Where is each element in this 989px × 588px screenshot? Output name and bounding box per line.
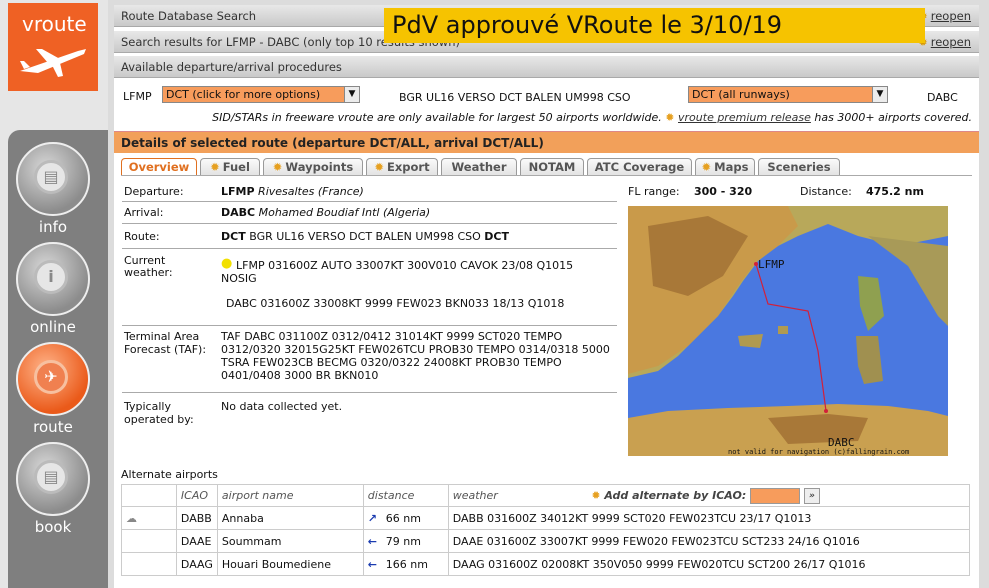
nav-online-label: online xyxy=(30,318,76,336)
gear-icon: ✹ xyxy=(210,160,220,174)
taf-line-2: 0312/0320 32015G25KT FEW026TCU PROB30 TE… xyxy=(221,343,610,356)
db-search-title: Route Database Search xyxy=(121,9,257,23)
arr-icao: DABC xyxy=(927,91,958,104)
nav-book-label: book xyxy=(34,518,72,536)
tab-maps[interactable]: ✹ Maps xyxy=(695,158,755,175)
tab-sceneries[interactable]: Sceneries xyxy=(758,158,840,175)
departure-value: LFMP Rivesaltes (France) xyxy=(221,185,364,198)
reopen-link-2[interactable]: ✹reopen xyxy=(918,31,971,53)
add-alternate-button[interactable]: » xyxy=(803,487,820,504)
tab-overview[interactable]: Overview xyxy=(121,158,197,176)
nav-route[interactable]: ✈ route xyxy=(12,342,94,438)
sid-star-notice: SID/STARs in freeware vroute are only av… xyxy=(212,111,972,124)
alternates-table: ICAO airport name distance weather ✹ Add… xyxy=(121,484,971,576)
tab-fuel[interactable]: ✹ Fuel xyxy=(200,158,260,175)
fl-value: 300 - 320 xyxy=(694,185,753,198)
taf-line-1: TAF DABC 031100Z 0312/0412 31014KT 9999 … xyxy=(221,330,563,343)
fl-label: FL range: xyxy=(628,185,680,198)
route-label: Route: xyxy=(124,230,160,243)
metar-dep-1: LFMP 031600Z AUTO 33007KT 300V010 CAVOK … xyxy=(236,259,574,272)
tab-notam[interactable]: NOTAM xyxy=(520,158,584,175)
vroute-logo[interactable]: vroute xyxy=(8,3,98,91)
ops-label-1: Typically xyxy=(124,400,171,413)
nav-book[interactable]: ▤ book xyxy=(12,442,94,538)
gear-icon: ✹ xyxy=(374,160,385,174)
table-row[interactable]: ☁ DABB Annaba ↗ 66 nm DABB 031600Z 34012K… xyxy=(121,506,971,530)
metar-dep-2: NOSIG xyxy=(221,272,257,285)
procedures-row: LFMP DCT (click for more options) ▼ BGR … xyxy=(114,85,979,107)
tab-divider xyxy=(121,175,972,176)
departure-label: Departure: xyxy=(124,185,184,198)
details-title: Details of selected route (departure DCT… xyxy=(114,131,979,153)
airplane-icon xyxy=(20,49,86,77)
online-icon: i xyxy=(34,260,68,294)
reopen-link-1[interactable]: ✹reopen xyxy=(918,5,971,27)
tab-weather[interactable]: Weather xyxy=(441,158,517,175)
nav-info[interactable]: ▤ info xyxy=(12,142,94,238)
direction-icon: ← xyxy=(367,557,377,571)
route-text: BGR UL16 VERSO DCT BALEN UM998 CSO xyxy=(399,91,631,104)
taf-line-3: TSRA FEW023CB BECMG 0320/0322 24008KT PR… xyxy=(221,356,562,369)
procedures-title: Available departure/arrival procedures xyxy=(121,60,342,74)
procedures-bar: Available departure/arrival procedures xyxy=(114,56,979,78)
tab-atc-coverage[interactable]: ATC Coverage xyxy=(587,158,692,175)
gear-icon: ✹ xyxy=(665,111,675,124)
chevron-down-icon: ▼ xyxy=(344,87,359,102)
alternates-header-row: ICAO airport name distance weather ✹ Add… xyxy=(121,484,971,507)
add-alternate: ✹ Add alternate by ICAO: » xyxy=(591,487,820,504)
alternates-title: Alternate airports xyxy=(121,468,218,481)
col-weather: weather ✹ Add alternate by ICAO: » xyxy=(447,484,971,507)
sidebar: vroute ▤ info i online ✈ route ▤ book xyxy=(0,0,108,588)
approval-overlay: PdV approuvé VRoute le 3/10/19 xyxy=(384,8,925,43)
col-airport-name: airport name xyxy=(216,484,364,507)
premium-link[interactable]: vroute premium release xyxy=(678,111,811,124)
tab-export[interactable]: ✹ Export xyxy=(366,158,438,175)
book-icon: ▤ xyxy=(34,460,68,494)
nav-route-label: route xyxy=(33,418,73,436)
nav-info-label: info xyxy=(38,218,68,236)
info-icon: ▤ xyxy=(34,160,68,194)
distance-label: Distance: xyxy=(800,185,852,198)
taf-label-1: Terminal Area xyxy=(124,330,200,343)
map-note: not valid for navigation (c)fallingrain.… xyxy=(728,448,909,456)
table-row[interactable]: DAAE Soummam ← 79 nm DAAE 031600Z 33007KT… xyxy=(121,529,971,553)
ops-label-2: operated by: xyxy=(124,413,194,426)
nav-online[interactable]: i online xyxy=(12,242,94,338)
alternate-icao-input[interactable] xyxy=(750,487,801,504)
chevron-down-icon: ▼ xyxy=(872,87,887,102)
taf-line-4: 0401/0408 3000 BR BKN010 xyxy=(221,369,379,382)
metar-arr: DABC 031600Z 33008KT 9999 FEW023 BKN033 … xyxy=(226,297,565,310)
gear-icon: ✹ xyxy=(591,488,601,502)
route-value: DCT BGR UL16 VERSO DCT BALEN UM998 CSO D… xyxy=(221,230,509,243)
gear-icon: ✹ xyxy=(272,160,283,174)
cloud-icon: ☁ xyxy=(121,506,177,530)
tab-waypoints[interactable]: ✹ Waypoints xyxy=(263,158,363,175)
direction-icon: ← xyxy=(367,534,377,548)
distance-value: 475.2 nm xyxy=(866,185,924,198)
table-row[interactable]: DAAG Houari Boumediene ← 166 nm DAAG 0316… xyxy=(121,552,971,576)
taf-label-2: Forecast (TAF): xyxy=(124,343,207,356)
route-map[interactable]: LFMP DABC not valid for navigation (c)fa… xyxy=(628,206,948,456)
sun-icon: ● xyxy=(221,256,233,271)
col-distance: distance xyxy=(362,484,449,507)
side-nav: ▤ info i online ✈ route ▤ book xyxy=(8,130,108,588)
direction-icon: ↗ xyxy=(367,511,377,525)
weather-label-2: weather: xyxy=(124,266,173,279)
route-icon: ✈ xyxy=(34,360,68,394)
gear-icon: ✹ xyxy=(701,160,712,174)
dep-icao: LFMP xyxy=(123,90,152,103)
col-icao: ICAO xyxy=(175,484,218,507)
departure-select[interactable]: DCT (click for more options) ▼ xyxy=(162,86,360,103)
ops-value: No data collected yet. xyxy=(221,400,343,413)
main-panel: Route Database Search ✹reopen Search res… xyxy=(114,5,979,588)
arrival-label: Arrival: xyxy=(124,206,164,219)
arrival-value: DABC Mohamed Boudiaf Intl (Algeria) xyxy=(221,206,431,219)
logo-text: vroute xyxy=(22,12,87,36)
arrival-select[interactable]: DCT (all runways) ▼ xyxy=(688,86,888,103)
map-dep-label: LFMP xyxy=(758,258,785,271)
